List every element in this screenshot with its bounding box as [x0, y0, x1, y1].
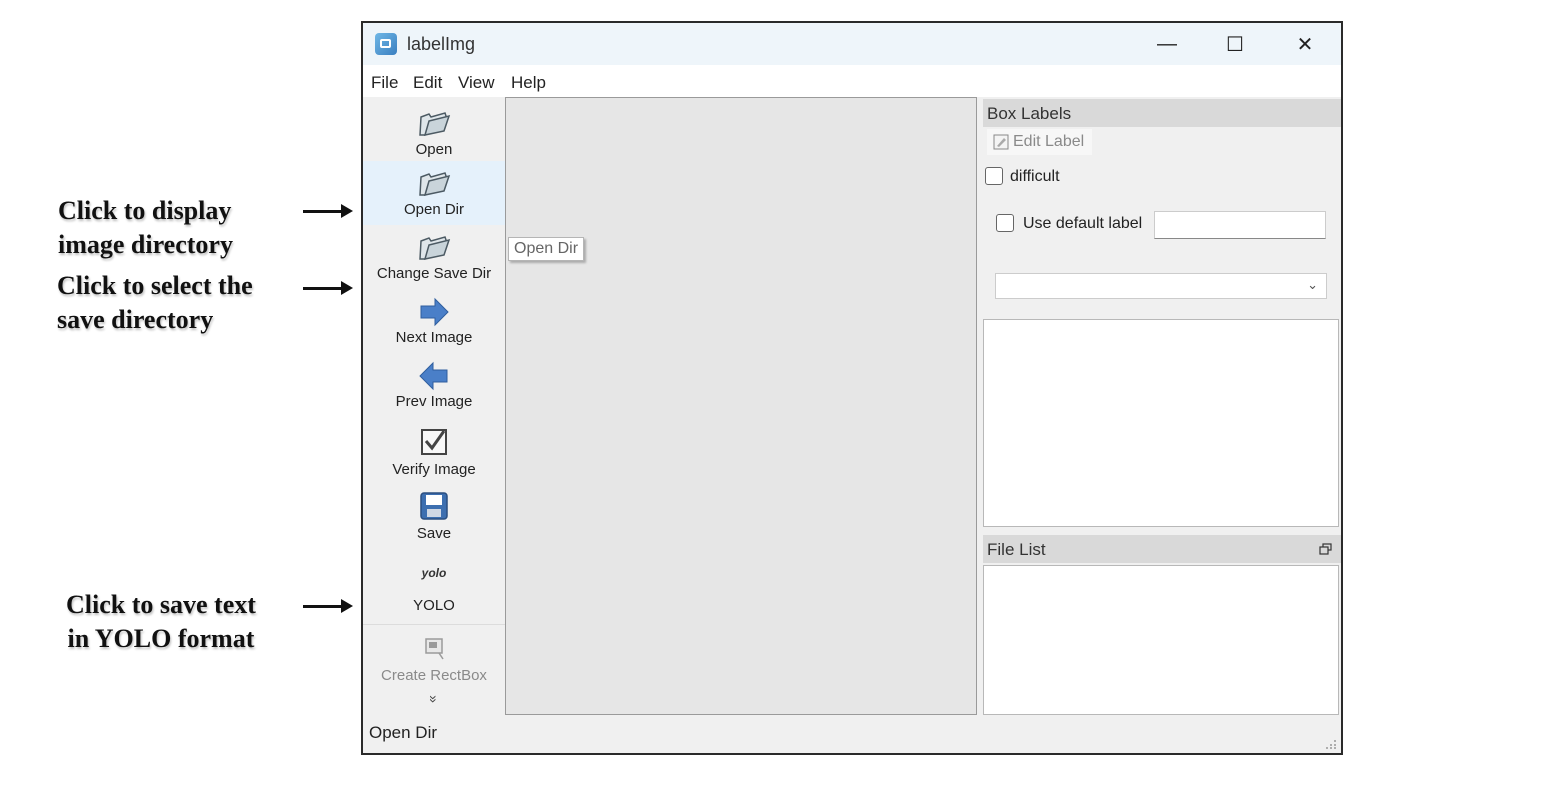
menu-view[interactable]: View [458, 73, 495, 93]
yolo-icon: yolo [421, 566, 447, 580]
toolbar: Open Open Dir Change Save Dir Next Image [363, 97, 505, 715]
float-dock-icon[interactable] [1319, 543, 1332, 555]
arrow-icon [303, 599, 353, 613]
status-text: Open Dir [369, 723, 438, 742]
label-combo-box[interactable]: ⌄ [995, 273, 1327, 299]
next-image-label: Next Image [395, 329, 473, 346]
app-icon [375, 33, 397, 55]
image-canvas[interactable] [505, 97, 977, 715]
difficult-label: difficult [1010, 168, 1060, 185]
menu-file[interactable]: File [371, 73, 398, 93]
title-bar: labelImg — ☐ ✕ [363, 23, 1341, 65]
arrow-left-icon [419, 361, 448, 391]
labelimg-window: labelImg — ☐ ✕ File Edit View Help Open … [361, 21, 1343, 755]
close-button[interactable]: ✕ [1271, 23, 1339, 65]
chevron-down-icon: ⌄ [1307, 277, 1318, 292]
yolo-format-button[interactable]: yolo YOLO [363, 549, 505, 625]
difficult-checkbox[interactable] [985, 167, 1003, 185]
file-list[interactable] [983, 565, 1339, 715]
verify-image-button[interactable]: Verify Image [363, 417, 505, 483]
verify-image-label: Verify Image [392, 461, 476, 478]
prev-image-label: Prev Image [395, 393, 473, 410]
annotation-save-directory: Click to select the save directory [57, 271, 253, 334]
tooltip: Open Dir [508, 237, 585, 261]
resize-grip-icon[interactable] [1325, 737, 1337, 749]
next-image-button[interactable]: Next Image [363, 289, 505, 353]
window-title: labelImg [407, 34, 476, 54]
open-button[interactable]: Open [363, 97, 505, 161]
folder-icon [419, 112, 451, 136]
status-bar: Open Dir [363, 715, 1341, 753]
arrow-right-icon [420, 297, 449, 327]
folder-icon [419, 172, 451, 196]
use-default-label-text: Use default label [1023, 215, 1143, 232]
open-label: Open [415, 141, 453, 158]
annotation-yolo-format: Click to save text in YOLO format [66, 590, 256, 653]
arrow-icon [303, 281, 353, 295]
file-list-title: File List [983, 535, 1341, 563]
edit-label-text: Edit Label [1013, 133, 1085, 150]
maximize-button[interactable]: ☐ [1201, 23, 1269, 65]
right-dock: Box Labels Edit Label difficult Use defa… [983, 97, 1341, 715]
open-dir-button[interactable]: Open Dir [363, 161, 505, 225]
edit-label-button[interactable]: Edit Label [987, 129, 1093, 155]
floppy-icon [420, 492, 448, 520]
menu-edit[interactable]: Edit [413, 73, 442, 93]
change-save-dir-label: Change Save Dir [376, 265, 492, 282]
menu-help[interactable]: Help [511, 73, 546, 93]
default-label-input[interactable] [1154, 211, 1326, 239]
open-dir-label: Open Dir [403, 201, 465, 218]
checkbox-icon [421, 429, 447, 455]
save-button[interactable]: Save [363, 483, 505, 549]
annotation-image-directory: Click to display image directory [58, 196, 233, 259]
use-default-label-checkbox[interactable] [996, 214, 1014, 232]
change-save-dir-button[interactable]: Change Save Dir [363, 225, 505, 289]
folder-icon [419, 236, 451, 260]
arrow-icon [303, 204, 353, 218]
yolo-label: YOLO [413, 597, 455, 614]
label-list[interactable] [983, 319, 1339, 527]
box-labels-title: Box Labels [983, 99, 1341, 127]
minimize-button[interactable]: — [1133, 23, 1201, 65]
menu-bar: File Edit View Help [363, 65, 1341, 97]
edit-icon [993, 134, 1009, 150]
prev-image-button[interactable]: Prev Image [363, 353, 505, 417]
save-label: Save [416, 525, 452, 542]
